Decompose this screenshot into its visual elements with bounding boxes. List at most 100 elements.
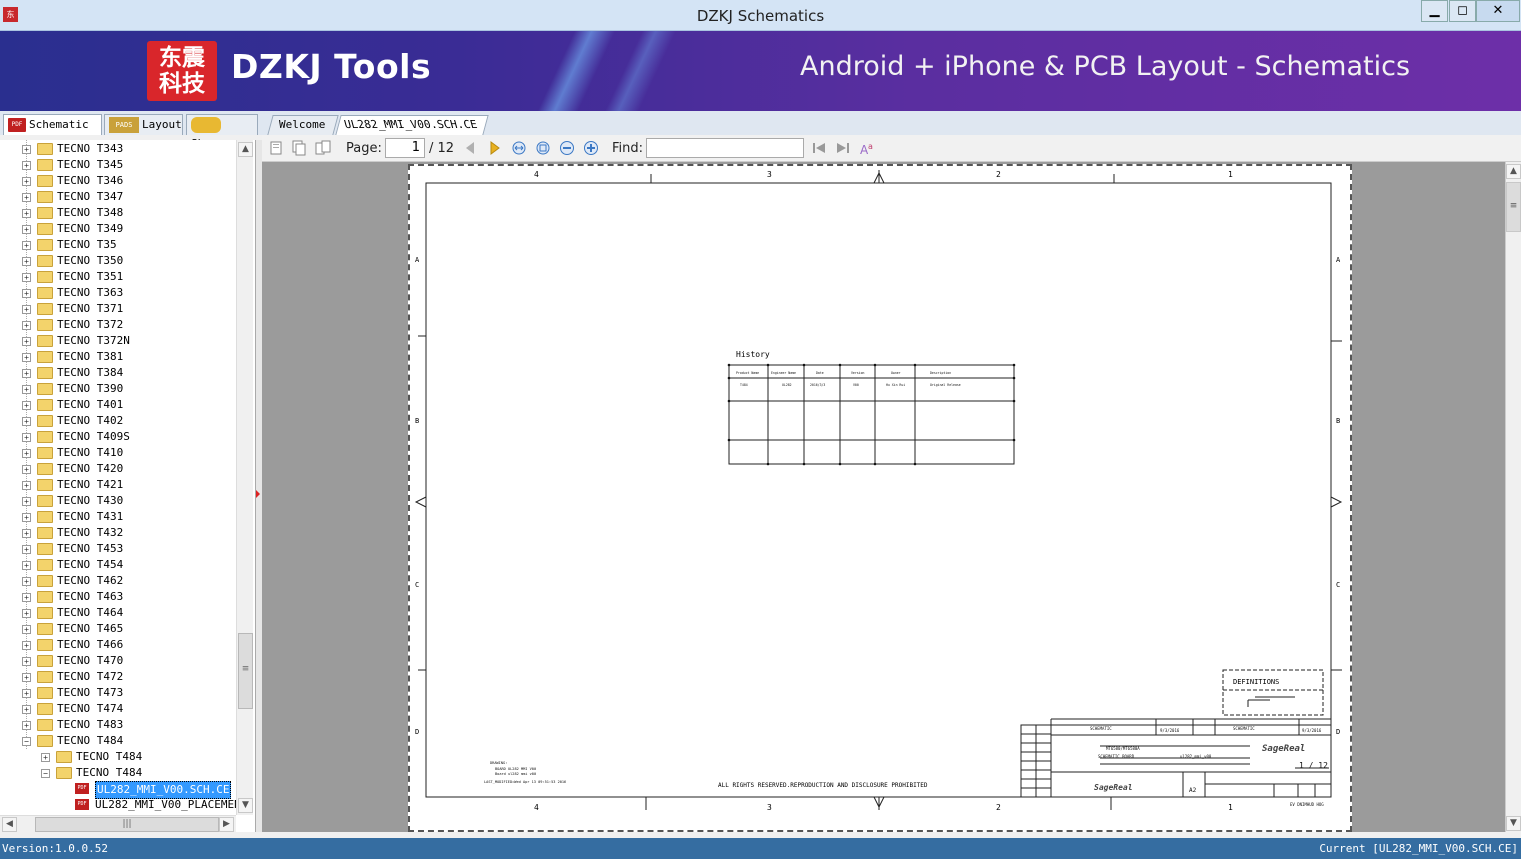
expand-icon[interactable]: + — [22, 353, 31, 362]
tree-vertical-scrollbar[interactable]: ▲ ≡ ▼ — [236, 140, 253, 815]
expand-icon[interactable]: + — [22, 161, 31, 170]
tree-item[interactable]: − TECNO T484 — [0, 765, 236, 781]
tree-item[interactable]: + TECNO T465 — [0, 621, 236, 637]
expand-icon[interactable]: + — [22, 401, 31, 410]
expand-icon[interactable]: + — [22, 641, 31, 650]
schematic-page[interactable]: 4 3 2 1 4 3 2 1 A B C D A B C D History — [408, 164, 1352, 832]
tree-item[interactable]: + TECNO T349 — [0, 221, 236, 237]
tree-item[interactable]: + TECNO T484 — [0, 749, 236, 765]
maximize-button[interactable]: ◻ — [1449, 0, 1476, 22]
expand-icon[interactable]: + — [22, 577, 31, 586]
collapse-icon[interactable]: − — [22, 737, 31, 746]
tree-item[interactable]: + TECNO T402 — [0, 413, 236, 429]
tab-layout[interactable]: PADS Layout — [104, 114, 183, 135]
scroll-right-icon[interactable]: ▶ — [219, 817, 234, 832]
expand-icon[interactable]: + — [22, 465, 31, 474]
expand-icon[interactable]: + — [22, 529, 31, 538]
expand-icon[interactable]: + — [22, 593, 31, 602]
tree-horizontal-scrollbar[interactable]: ◀ ||| ▶ — [0, 815, 236, 832]
tree-item[interactable]: − TECNO T484 — [0, 733, 236, 749]
tree-item[interactable]: + TECNO T430 — [0, 493, 236, 509]
pages-icon[interactable] — [315, 140, 331, 156]
expand-icon[interactable]: + — [22, 385, 31, 394]
expand-icon[interactable]: + — [22, 689, 31, 698]
tree-item[interactable]: + TECNO T410 — [0, 445, 236, 461]
tree-item[interactable]: + TECNO T409S — [0, 429, 236, 445]
expand-icon[interactable]: + — [22, 657, 31, 666]
tree-item[interactable]: + TECNO T473 — [0, 685, 236, 701]
expand-icon[interactable]: + — [22, 321, 31, 330]
expand-icon[interactable]: + — [22, 145, 31, 154]
expand-icon[interactable]: + — [22, 305, 31, 314]
expand-icon[interactable]: + — [22, 449, 31, 458]
find-previous-icon[interactable] — [811, 140, 827, 156]
expand-icon[interactable]: + — [22, 225, 31, 234]
tab-welcome[interactable]: Welcome — [267, 115, 339, 135]
tree-item[interactable]: + TECNO T348 — [0, 205, 236, 221]
expand-icon[interactable]: + — [22, 273, 31, 282]
tree-item[interactable]: + TECNO T464 — [0, 605, 236, 621]
expand-icon[interactable]: + — [22, 417, 31, 426]
tree-item[interactable]: + TECNO T35 — [0, 237, 236, 253]
tree-item[interactable]: + TECNO T343 — [0, 141, 236, 157]
tree-item[interactable]: + TECNO T453 — [0, 541, 236, 557]
tree-item[interactable]: + TECNO T351 — [0, 269, 236, 285]
find-input[interactable] — [646, 138, 804, 158]
scroll-up-icon[interactable]: ▲ — [238, 142, 253, 157]
tree-item[interactable]: + TECNO T483 — [0, 717, 236, 733]
tree-item[interactable]: + TECNO T432 — [0, 525, 236, 541]
viewer-vertical-scrollbar[interactable]: ▲ ≡ ▼ — [1505, 162, 1521, 832]
tree-item[interactable]: + TECNO T431 — [0, 509, 236, 525]
tab-share[interactable]: Share — [186, 114, 258, 150]
expand-icon[interactable]: + — [22, 609, 31, 618]
tree-file-item[interactable]: PDF UL282_MMI_V00_PLACEMENT — [0, 797, 236, 813]
next-page-icon[interactable] — [487, 140, 503, 156]
tree-item[interactable]: + TECNO T372N — [0, 333, 236, 349]
fit-page-icon[interactable] — [535, 140, 551, 156]
tree-item[interactable]: + TECNO T372 — [0, 317, 236, 333]
expand-icon[interactable]: + — [22, 513, 31, 522]
expand-icon[interactable]: + — [22, 209, 31, 218]
scroll-left-icon[interactable]: ◀ — [2, 817, 17, 832]
document-viewer[interactable]: 4 3 2 1 4 3 2 1 A B C D A B C D History — [262, 162, 1507, 832]
zoom-out-icon[interactable] — [559, 140, 575, 156]
expand-icon[interactable]: + — [22, 497, 31, 506]
expand-icon[interactable]: + — [22, 561, 31, 570]
expand-icon[interactable]: + — [22, 289, 31, 298]
expand-icon[interactable]: + — [22, 673, 31, 682]
expand-icon[interactable]: + — [22, 337, 31, 346]
tree-item[interactable]: + TECNO T474 — [0, 701, 236, 717]
expand-icon[interactable]: + — [41, 753, 50, 762]
tree-item[interactable]: + TECNO T470 — [0, 653, 236, 669]
expand-icon[interactable]: + — [22, 705, 31, 714]
expand-icon[interactable]: + — [22, 625, 31, 634]
hscroll-thumb[interactable]: ||| — [35, 817, 219, 832]
viewer-scroll-thumb[interactable]: ≡ — [1506, 182, 1521, 232]
tree-item[interactable]: + TECNO T384 — [0, 365, 236, 381]
minimize-button[interactable]: ▁ — [1421, 0, 1448, 22]
tab-schematic[interactable]: PDF Schematic — [3, 114, 102, 135]
tree-item[interactable]: + TECNO T371 — [0, 301, 236, 317]
tree-item[interactable]: + TECNO T350 — [0, 253, 236, 269]
tree-item[interactable]: + TECNO T463 — [0, 589, 236, 605]
tree-item[interactable]: + TECNO T472 — [0, 669, 236, 685]
tree-item[interactable]: + TECNO T454 — [0, 557, 236, 573]
tree-item[interactable]: + TECNO T381 — [0, 349, 236, 365]
collapse-icon[interactable]: − — [41, 769, 50, 778]
tree-item[interactable]: + TECNO T346 — [0, 173, 236, 189]
scroll-thumb[interactable]: ≡ — [238, 633, 253, 709]
expand-icon[interactable]: + — [22, 545, 31, 554]
page-number-input[interactable]: 1 — [385, 138, 425, 158]
open-document-icon[interactable] — [268, 140, 284, 156]
expand-icon[interactable]: + — [22, 369, 31, 378]
expand-icon[interactable]: + — [22, 721, 31, 730]
copy-page-icon[interactable] — [291, 140, 307, 156]
tree-item[interactable]: + TECNO T363 — [0, 285, 236, 301]
viewer-scroll-down-icon[interactable]: ▼ — [1506, 816, 1521, 831]
tree-item[interactable]: + TECNO T462 — [0, 573, 236, 589]
expand-icon[interactable]: + — [22, 241, 31, 250]
tree-item[interactable]: + TECNO T401 — [0, 397, 236, 413]
scroll-down-icon[interactable]: ▼ — [238, 798, 253, 813]
match-case-icon[interactable]: Aa — [859, 140, 875, 156]
close-button[interactable]: ✕ — [1476, 0, 1520, 22]
